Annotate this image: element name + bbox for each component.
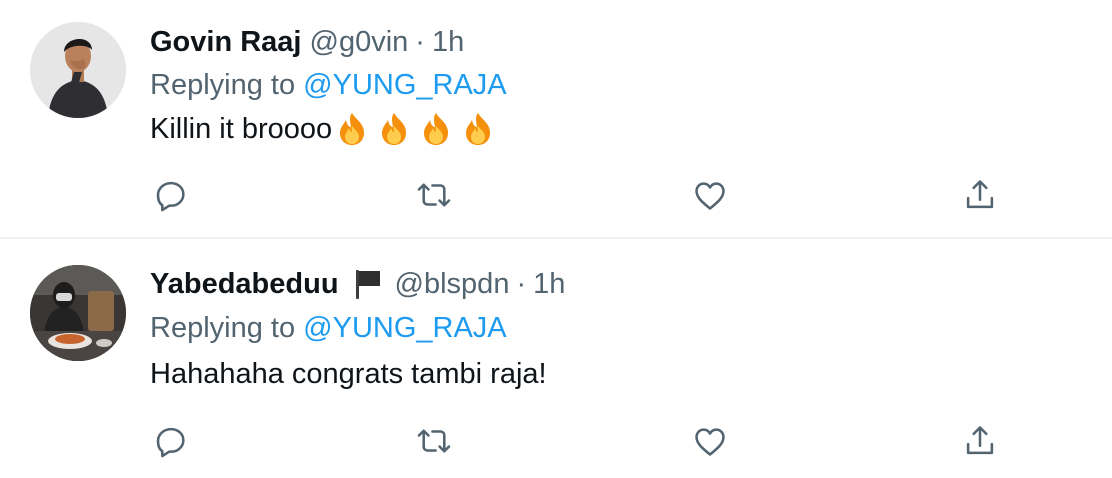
fire-icon — [382, 113, 407, 145]
tweet-actions — [0, 175, 1112, 215]
tweet-header: Yabedabeduu @blspdn · 1h — [150, 266, 565, 302]
replying-to-label: Replying to — [150, 69, 296, 101]
like-button[interactable] — [690, 175, 730, 215]
replying-to-link[interactable]: @YUNG_RAJA — [303, 312, 506, 344]
avatar[interactable] — [30, 265, 126, 361]
retweet-button[interactable] — [414, 175, 454, 215]
tweet-text: Hahahaha congrats tambi raja! — [150, 356, 547, 392]
replying-to-label: Replying to — [150, 312, 296, 344]
replying-to-link[interactable]: @YUNG_RAJA — [303, 69, 506, 101]
tweet[interactable]: Govin Raaj @g0vin · 1h Replying to @YUNG… — [0, 0, 1112, 239]
tweet[interactable]: Yabedabeduu @blspdn · 1h Replying to @YU… — [0, 239, 1112, 478]
avatar-photo — [30, 22, 126, 118]
handle[interactable]: @g0vin — [310, 24, 409, 60]
fire-icon — [424, 113, 449, 145]
tweet-header: Govin Raaj @g0vin · 1h — [150, 24, 464, 60]
avatar-photo — [30, 265, 126, 361]
reply-icon — [156, 181, 185, 212]
separator-dot: · — [516, 268, 527, 300]
share-button[interactable] — [960, 421, 1000, 461]
replying-to: Replying to @YUNG_RAJA — [150, 310, 507, 346]
share-button[interactable] — [960, 175, 1000, 215]
retweet-button[interactable] — [414, 421, 454, 461]
timestamp[interactable]: 1h — [533, 266, 565, 302]
retweet-icon — [417, 429, 451, 453]
tweet-text-content: Killin it broooo — [150, 113, 333, 145]
fire-icon — [466, 113, 491, 145]
tweet-actions — [0, 421, 1112, 461]
like-icon — [695, 428, 725, 456]
reply-button[interactable] — [151, 175, 191, 215]
separator-dot: · — [415, 26, 425, 58]
display-name[interactable]: Yabedabeduu — [150, 266, 339, 302]
replying-to: Replying to @YUNG_RAJA — [150, 67, 507, 103]
share-icon — [966, 426, 994, 455]
share-icon — [966, 180, 994, 209]
display-name[interactable]: Govin Raaj — [150, 24, 302, 60]
avatar[interactable] — [30, 22, 126, 118]
like-button[interactable] — [690, 421, 730, 461]
black-flag-icon — [355, 270, 380, 299]
fire-icon — [340, 113, 365, 145]
timestamp[interactable]: 1h — [432, 24, 464, 60]
like-icon — [695, 182, 725, 210]
reply-button[interactable] — [151, 421, 191, 461]
retweet-icon — [417, 183, 451, 207]
tweet-text-content: Hahahaha congrats tambi raja! — [150, 358, 547, 390]
handle[interactable]: @blspdn — [395, 266, 510, 302]
tweet-text: Killin it broooo — [150, 111, 496, 147]
reply-icon — [156, 427, 185, 458]
